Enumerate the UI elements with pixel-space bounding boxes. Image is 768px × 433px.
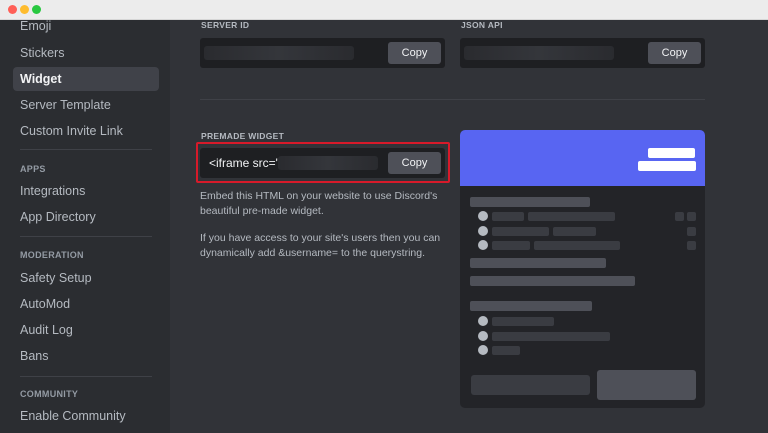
json-api-field[interactable]: Copy	[460, 38, 705, 68]
highlight-box	[196, 142, 450, 183]
widget-preview-avatar-placeholder	[478, 316, 488, 326]
sidebar-item-custom-invite-link[interactable]: Custom Invite Link	[13, 119, 159, 143]
section-divider	[200, 99, 705, 100]
close-window-button[interactable]	[8, 5, 17, 14]
widget-preview-header	[460, 130, 705, 186]
widget-preview-title-placeholder	[648, 148, 695, 158]
widget-preview-avatar-placeholder	[478, 331, 488, 341]
widget-preview-line-placeholder	[492, 241, 530, 250]
sidebar-divider	[20, 236, 152, 237]
sidebar-item-automod[interactable]: AutoMod	[13, 292, 159, 316]
maximize-window-button[interactable]	[32, 5, 41, 14]
sidebar-item-audit-log[interactable]: Audit Log	[13, 318, 159, 342]
widget-preview-line-placeholder	[492, 227, 549, 236]
help-text-username: If you have access to your site's users …	[200, 232, 441, 259]
widget-preview-avatar-placeholder	[478, 226, 488, 236]
app-window: Emoji Stickers Widget Server Template Cu…	[0, 0, 768, 433]
copy-server-id-button[interactable]: Copy	[388, 42, 441, 64]
widget-preview-line-placeholder	[528, 212, 615, 221]
widget-preview-avatar-placeholder	[478, 345, 488, 355]
widget-preview-line-placeholder	[492, 212, 524, 221]
copy-json-api-button[interactable]: Copy	[648, 42, 701, 64]
sidebar-divider	[20, 149, 152, 150]
widget-preview-line-placeholder	[492, 332, 610, 341]
premade-widget-label: PREMADE WIDGET	[201, 131, 285, 141]
widget-preview-count-placeholder	[638, 161, 696, 171]
sidebar-item-bans[interactable]: Bans	[13, 344, 159, 368]
section-label-apps: APPS	[20, 164, 46, 174]
sidebar-item-enable-community[interactable]: Enable Community	[13, 404, 159, 428]
widget-preview-join-placeholder	[597, 370, 696, 400]
section-label-moderation: MODERATION	[20, 250, 84, 260]
widget-preview-line-placeholder	[687, 212, 696, 221]
widget-preview-line-placeholder	[492, 317, 554, 326]
sidebar-item-app-directory[interactable]: App Directory	[13, 205, 159, 229]
section-label-community: COMMUNITY	[20, 389, 79, 399]
minimize-window-button[interactable]	[20, 5, 29, 14]
widget-preview-button-placeholder	[471, 375, 590, 395]
json-api-label: JSON API	[461, 20, 503, 30]
server-id-field[interactable]: Copy	[200, 38, 445, 68]
widget-preview-line-placeholder	[553, 227, 596, 236]
widget-preview-line-placeholder	[687, 241, 696, 250]
widget-preview-avatar-placeholder	[478, 211, 488, 221]
widget-preview	[460, 130, 705, 408]
sidebar-item-widget[interactable]: Widget	[13, 67, 159, 91]
settings-sidebar: Emoji Stickers Widget Server Template Cu…	[0, 19, 170, 433]
help-text-embed: Embed this HTML on your website to use D…	[200, 190, 438, 217]
sidebar-divider	[20, 376, 152, 377]
widget-preview-avatar-placeholder	[478, 240, 488, 250]
widget-preview-line-placeholder	[534, 241, 620, 250]
widget-preview-line-placeholder	[687, 227, 696, 236]
widget-preview-line-placeholder	[470, 258, 606, 268]
widget-preview-line-placeholder	[675, 212, 684, 221]
sidebar-item-emoji[interactable]: Emoji	[13, 14, 159, 38]
server-id-label: SERVER ID	[201, 20, 250, 30]
sidebar-item-server-template[interactable]: Server Template	[13, 93, 159, 117]
sidebar-item-stickers[interactable]: Stickers	[13, 41, 159, 65]
sidebar-item-safety-setup[interactable]: Safety Setup	[13, 266, 159, 290]
server-id-value-redacted	[204, 46, 354, 60]
sidebar-item-integrations[interactable]: Integrations	[13, 179, 159, 203]
widget-preview-line-placeholder	[470, 197, 590, 207]
widget-preview-line-placeholder	[470, 276, 635, 286]
json-api-value-redacted	[464, 46, 614, 60]
widget-preview-line-placeholder	[492, 346, 520, 355]
widget-preview-line-placeholder	[470, 301, 592, 311]
